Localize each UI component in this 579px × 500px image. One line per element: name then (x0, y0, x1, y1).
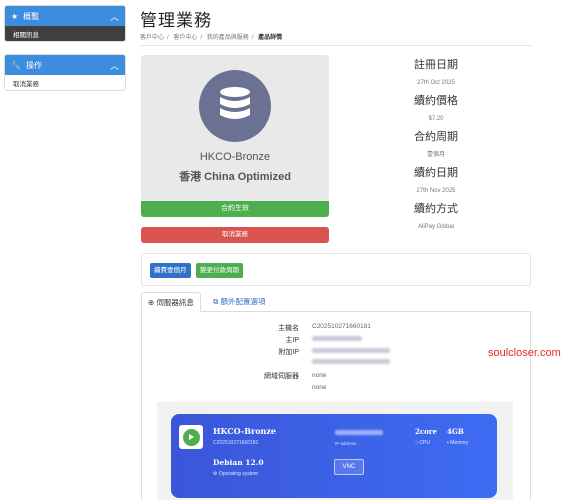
overview-panel: ★ 概覧 ︿ 相關訊息 (4, 5, 126, 42)
vps-os: Debian 12.0 (213, 458, 264, 467)
globe-icon: ⊕ (148, 298, 155, 307)
vps-cpu: 2core (415, 427, 437, 436)
tab-bar: ⊕ 伺服器訊息 ⧉ 額外配置選項 (141, 292, 531, 312)
memory-icon: ▪ (447, 440, 449, 446)
wrench-icon: 🔧 (11, 60, 21, 70)
vps-card-container: HKCO-Bronze C202510271660181 Debian 12.0… (157, 402, 513, 500)
vps-ip-redacted (335, 430, 383, 435)
sidebar-item-label: 取消業務 (13, 80, 39, 88)
tab-server-info[interactable]: ⊕ 伺服器訊息 (141, 292, 201, 312)
breadcrumb-item[interactable]: 客戶中心 (173, 35, 197, 41)
info-label: 續約日期 (414, 167, 458, 179)
action-bar: 續費壹個月 變更付款周期 (141, 253, 531, 286)
cancel-service-button[interactable]: 取消業務 (141, 227, 329, 243)
vnc-button[interactable]: VNC (334, 459, 364, 475)
info-label: 合約周期 (414, 131, 458, 143)
page-title: 管理業務 (140, 11, 212, 30)
vps-ip-label: IP address (335, 441, 357, 446)
vps-service-id: C202510271660181 (213, 440, 259, 446)
breadcrumb: 客戶中心 / 客戶中心 / 我的產品與服務 / 產品詳情 (140, 32, 532, 46)
vps-cpu-label: ○ CPU (415, 440, 430, 446)
watermark-text: soulcloser.com (488, 347, 561, 359)
extra-ip-value-redacted (312, 359, 390, 366)
sidebar-item-label: 相關訊息 (13, 31, 39, 39)
product-location: 香港 China Optimized (179, 171, 291, 183)
status-badge: 合約生效 (141, 201, 329, 217)
play-icon (182, 428, 200, 446)
breadcrumb-separator: / (167, 35, 169, 41)
tab-extra-options[interactable]: ⧉ 額外配置選項 (207, 292, 271, 312)
tab-label: 額外配置選項 (220, 297, 266, 306)
tab-label: 伺服器訊息 (156, 298, 194, 307)
info-value: AliPay Global (417, 224, 455, 230)
database-icon (199, 70, 271, 142)
vps-memory-label: ▪ Memory (447, 440, 469, 446)
info-label: 續約方式 (414, 203, 458, 215)
power-status[interactable] (179, 425, 203, 449)
nameserver-value: none (312, 384, 327, 391)
breadcrumb-current: 產品詳情 (258, 35, 283, 41)
main-ip-value-redacted (312, 336, 362, 343)
hostname-label: 主機名 (278, 325, 299, 332)
breadcrumb-item[interactable]: 客戶中心 (140, 35, 164, 41)
vps-card: HKCO-Bronze C202510271660181 Debian 12.0… (171, 414, 497, 498)
cpu-icon: ○ (415, 440, 419, 446)
vps-memory: 4GB (447, 427, 464, 436)
renew-button[interactable]: 續費壹個月 (150, 263, 191, 278)
vps-os-label: ⚙ Operating system (213, 471, 259, 477)
actions-panel-header[interactable]: 🔧 操作 ︿ (5, 55, 125, 75)
nameserver-value: none (312, 372, 327, 379)
info-value: 27th Oct 2025 (417, 80, 455, 86)
cubes-icon: ⧉ (213, 297, 219, 306)
breadcrumb-separator: / (200, 35, 203, 41)
overview-panel-header[interactable]: ★ 概覧 ︿ (5, 6, 125, 26)
vps-name: HKCO-Bronze (213, 426, 277, 436)
actions-panel-title: 操作 (25, 60, 42, 70)
info-value: $7.20 (428, 116, 444, 122)
overview-panel-title: 概覧 (23, 11, 40, 21)
breadcrumb-separator: / (251, 35, 254, 41)
info-label: 續約價格 (414, 95, 458, 107)
product-name: HKCO-Bronze (199, 151, 271, 163)
product-card: HKCO-Bronze 香港 China Optimized (141, 55, 329, 201)
breadcrumb-item[interactable]: 我的產品與服務 (207, 35, 249, 41)
main-ip-label: 主IP (285, 337, 299, 344)
star-icon: ★ (11, 11, 19, 21)
extra-ip-value-redacted (312, 348, 390, 355)
nameserver-label: 網域伺服器 (264, 373, 299, 380)
change-billing-cycle-button[interactable]: 變更付款周期 (196, 263, 243, 278)
info-value: 壹個月 (426, 152, 445, 158)
hostname-value: C202510271660181 (312, 323, 371, 330)
chevron-up-icon[interactable]: ︿ (110, 59, 119, 72)
sidebar-item-cancel-service[interactable]: 取消業務 (5, 75, 125, 90)
sidebar-item-related-info[interactable]: 相關訊息 (5, 26, 125, 41)
info-label: 註冊日期 (414, 59, 458, 71)
actions-panel: 🔧 操作 ︿ 取消業務 (4, 54, 126, 91)
gear-icon: ⚙ (213, 471, 218, 477)
billing-info: 註冊日期 27th Oct 2025 續約價格 $7.20 合約周期 壹個月 續… (380, 56, 492, 236)
info-value: 27th Nov 2025 (416, 188, 456, 194)
chevron-up-icon[interactable]: ︿ (110, 10, 119, 23)
extra-ip-label: 附加IP (278, 349, 299, 356)
